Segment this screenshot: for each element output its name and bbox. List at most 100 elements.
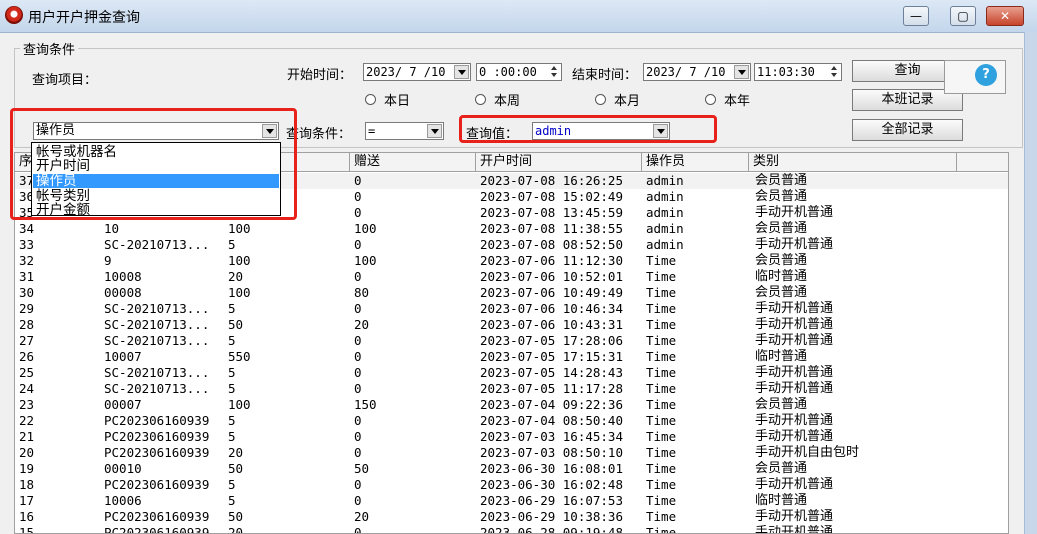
col-header-bonus[interactable]: 赠送 bbox=[350, 153, 476, 171]
table-row[interactable]: 22 PC202306160939 5 0 2023-07-04 08:50:40 Tim… bbox=[15, 413, 1008, 429]
cell-index: 16 bbox=[19, 509, 35, 524]
cell-category: 会员普通 bbox=[755, 221, 808, 236]
cell-index: 19 bbox=[19, 461, 35, 476]
col-header-category[interactable]: 类别 bbox=[749, 153, 957, 171]
condition-select[interactable]: = bbox=[365, 122, 444, 140]
title-bar bbox=[0, 0, 1037, 33]
cell-amount: 5 bbox=[228, 237, 236, 252]
cell-open-time: 2023-07-06 10:43:31 bbox=[480, 317, 623, 332]
col-header-open-time[interactable]: 开户时间 bbox=[476, 153, 642, 171]
table-row[interactable]: 15 PC202306160939 20 0 2023-06-28 09:19:48 Ti… bbox=[15, 525, 1008, 534]
highlight-box-query-value bbox=[459, 115, 717, 143]
cell-amount: 20 bbox=[228, 525, 244, 534]
cell-open-time: 2023-06-29 16:07:53 bbox=[480, 493, 623, 508]
table-row[interactable]: 27 SC-20210713... 5 0 2023-07-05 17:28:06 Tim… bbox=[15, 333, 1008, 349]
cell-category: 会员普通 bbox=[755, 285, 808, 300]
table-row[interactable]: 20 PC202306160939 20 0 2023-07-03 08:50:10 Ti… bbox=[15, 445, 1008, 461]
cell-index: 15 bbox=[19, 525, 35, 534]
table-row[interactable]: 19 00010 50 50 2023-06-30 16:08:01 Time 会员普通 bbox=[15, 461, 1008, 477]
table-row[interactable]: 17 10006 5 0 2023-06-29 16:07:53 Time 临时普通 bbox=[15, 493, 1008, 509]
window-title: 用户开户押金查询 bbox=[28, 10, 140, 26]
cell-account: SC-20210713... bbox=[104, 381, 210, 396]
cell-category: 会员普通 bbox=[755, 253, 808, 268]
cell-operator: admin bbox=[646, 205, 684, 220]
cell-open-time: 2023-07-05 17:28:06 bbox=[480, 333, 623, 348]
cell-bonus: 0 bbox=[354, 493, 362, 508]
cell-operator: admin bbox=[646, 189, 684, 204]
table-row[interactable]: 33 SC-20210713... 5 0 2023-07-08 08:52:50 adm… bbox=[15, 237, 1008, 253]
table-row[interactable]: 26 10007 550 0 2023-07-05 17:15:31 Time 临时普通 bbox=[15, 349, 1008, 365]
cell-index: 25 bbox=[19, 365, 35, 380]
cell-operator: Time bbox=[646, 477, 677, 492]
radio-week-label: 本周 bbox=[494, 94, 521, 109]
table-row[interactable]: 34 10 100 100 2023-07-08 11:38:55 admin 会员普通 bbox=[15, 221, 1008, 237]
table-row[interactable]: 32 9 100 100 2023-07-06 11:12:30 Time 会员普通 bbox=[15, 253, 1008, 269]
col-header-operator[interactable]: 操作员 bbox=[642, 153, 749, 171]
start-date-picker[interactable]: 2023/ 7 /10 bbox=[363, 63, 471, 81]
cell-category: 手动开机普通 bbox=[755, 317, 834, 332]
cell-operator: Time bbox=[646, 397, 677, 412]
radio-month[interactable] bbox=[595, 94, 606, 105]
cell-operator: Time bbox=[646, 317, 677, 332]
radio-year[interactable] bbox=[705, 94, 716, 105]
cell-category: 手动开机自由包时 bbox=[755, 445, 860, 460]
cell-operator: Time bbox=[646, 525, 677, 534]
spinner-arrows-icon[interactable] bbox=[829, 65, 840, 79]
start-time-spinner[interactable]: 0 :00:00 bbox=[476, 63, 562, 81]
cell-index: 29 bbox=[19, 301, 35, 316]
cell-index: 33 bbox=[19, 237, 35, 252]
cell-amount: 50 bbox=[228, 509, 244, 524]
close-button[interactable]: ✕ bbox=[986, 6, 1024, 26]
table-row[interactable]: 30 00008 100 80 2023-07-06 10:49:49 Time 会员普通 bbox=[15, 285, 1008, 301]
cell-operator: Time bbox=[646, 493, 677, 508]
end-date-picker[interactable]: 2023/ 7 /10 bbox=[643, 63, 751, 81]
cell-category: 会员普通 bbox=[755, 189, 808, 204]
table-row[interactable]: 21 PC202306160939 5 0 2023-07-03 16:45:34 Tim… bbox=[15, 429, 1008, 445]
radio-today[interactable] bbox=[365, 94, 376, 105]
table-row[interactable]: 25 SC-20210713... 5 0 2023-07-05 14:28:43 Tim… bbox=[15, 365, 1008, 381]
cell-operator: Time bbox=[646, 509, 677, 524]
cell-open-time: 2023-07-05 14:28:43 bbox=[480, 365, 623, 380]
chevron-down-icon[interactable] bbox=[454, 65, 469, 79]
chevron-down-icon[interactable] bbox=[734, 65, 749, 79]
cell-bonus: 50 bbox=[354, 461, 370, 476]
cell-amount: 100 bbox=[228, 397, 251, 412]
cell-bonus: 0 bbox=[354, 301, 362, 316]
cell-bonus: 0 bbox=[354, 381, 362, 396]
chevron-down-icon[interactable] bbox=[427, 124, 442, 138]
cell-account: 10008 bbox=[104, 269, 142, 284]
spinner-arrows-icon[interactable] bbox=[549, 65, 560, 79]
window-frame-edge bbox=[1024, 32, 1037, 534]
cell-open-time: 2023-07-06 10:49:49 bbox=[480, 285, 623, 300]
cell-amount: 5 bbox=[228, 333, 236, 348]
end-time-spinner[interactable]: 11:03:30 bbox=[754, 63, 842, 81]
cell-open-time: 2023-06-30 16:02:48 bbox=[480, 477, 623, 492]
cell-open-time: 2023-07-04 08:50:40 bbox=[480, 413, 623, 428]
table-row[interactable]: 16 PC202306160939 50 20 2023-06-29 10:38:36 T… bbox=[15, 509, 1008, 525]
cell-open-time: 2023-07-08 11:38:55 bbox=[480, 221, 623, 236]
table-row[interactable]: 29 SC-20210713... 5 0 2023-07-06 10:46:34 Tim… bbox=[15, 301, 1008, 317]
table-row[interactable]: 31 10008 20 0 2023-07-06 10:52:01 Time 临时普通 bbox=[15, 269, 1008, 285]
minimize-button[interactable]: — bbox=[903, 6, 929, 26]
app-logo-icon bbox=[5, 6, 23, 24]
cell-open-time: 2023-07-03 16:45:34 bbox=[480, 429, 623, 444]
radio-week[interactable] bbox=[475, 94, 486, 105]
table-row[interactable]: 24 SC-20210713... 5 0 2023-07-05 11:17:28 Tim… bbox=[15, 381, 1008, 397]
cell-operator: Time bbox=[646, 413, 677, 428]
cell-open-time: 2023-06-29 10:38:36 bbox=[480, 509, 623, 524]
cell-bonus: 0 bbox=[354, 525, 362, 534]
maximize-button[interactable]: ▢ bbox=[950, 6, 976, 26]
cell-amount: 20 bbox=[228, 269, 244, 284]
table-row[interactable]: 23 00007 100 150 2023-07-04 09:22:36 Time 会员普通 bbox=[15, 397, 1008, 413]
table-row[interactable]: 28 SC-20210713... 50 20 2023-07-06 10:43:31 T… bbox=[15, 317, 1008, 333]
cell-operator: admin bbox=[646, 237, 684, 252]
all-records-button[interactable]: 全部记录 bbox=[852, 119, 963, 141]
help-icon[interactable]: ? bbox=[975, 64, 997, 86]
cell-index: 23 bbox=[19, 397, 35, 412]
cell-category: 临时普通 bbox=[755, 493, 808, 508]
table-row[interactable]: 18 PC202306160939 5 0 2023-06-30 16:02:48 Tim… bbox=[15, 477, 1008, 493]
cell-amount: 5 bbox=[228, 301, 236, 316]
cell-open-time: 2023-06-28 09:19:48 bbox=[480, 525, 623, 534]
cell-account: 00010 bbox=[104, 461, 142, 476]
cell-index: 32 bbox=[19, 253, 35, 268]
